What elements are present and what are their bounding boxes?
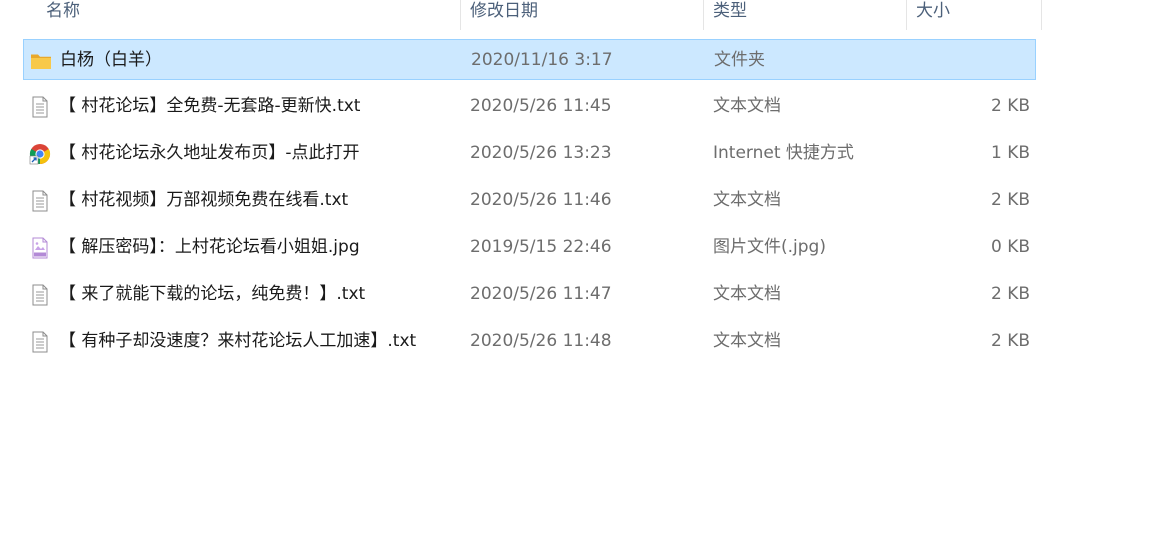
column-header: 名称 修改日期 类型 大小	[0, 0, 1042, 30]
file-type: 文本文档	[713, 331, 781, 351]
file-row[interactable]: 【 村花论坛永久地址发布页】-点此打开 2020/5/26 13:23 Intern…	[23, 133, 1036, 174]
text-file-icon	[29, 331, 51, 353]
column-divider[interactable]	[703, 0, 704, 30]
file-type: Internet 快捷方式	[713, 143, 854, 163]
file-type: 文本文档	[713, 96, 781, 116]
column-header-type[interactable]: 类型	[705, 0, 906, 30]
jpg-image-icon	[29, 237, 51, 259]
file-row[interactable]: 【 来了就能下载的论坛，纯免费！】.txt 2020/5/26 11:47 文本文档…	[23, 274, 1036, 315]
file-modified-date: 2020/5/26 11:46	[470, 190, 612, 210]
column-divider[interactable]	[460, 0, 461, 30]
file-name: 【 村花视频】万部视频免费在线看.txt	[59, 190, 349, 210]
file-row[interactable]: 【 解压密码】：上村花论坛看小姐姐.jpg 2019/5/15 22:46 图片文件…	[23, 227, 1036, 268]
column-header-size-label: 大小	[916, 1, 950, 21]
file-size: 1 KB	[990, 143, 1030, 163]
file-size: 0 KB	[990, 237, 1030, 257]
file-list: 白杨（白羊） 2020/11/16 3:17 文件夹【 村花论坛】全免费-无套路-更…	[23, 39, 1036, 368]
column-header-type-label: 类型	[713, 1, 747, 21]
text-file-icon	[29, 96, 51, 118]
file-size: 2 KB	[990, 284, 1030, 304]
file-size: 2 KB	[990, 190, 1030, 210]
folder-icon	[30, 50, 52, 72]
file-modified-date: 2020/5/26 11:45	[470, 96, 612, 116]
file-name: 【 来了就能下载的论坛，纯免费！】.txt	[59, 284, 366, 304]
file-size: 2 KB	[990, 96, 1030, 116]
file-modified-date: 2020/11/16 3:17	[471, 50, 613, 70]
column-header-name-label: 名称	[46, 1, 80, 21]
column-header-date[interactable]: 修改日期	[462, 0, 703, 30]
file-size: 2 KB	[990, 331, 1030, 351]
column-header-date-label: 修改日期	[470, 1, 538, 21]
file-modified-date: 2020/5/26 11:47	[470, 284, 612, 304]
chrome-shortcut-icon	[29, 143, 51, 165]
file-modified-date: 2019/5/15 22:46	[470, 237, 612, 257]
file-row[interactable]: 【 村花论坛】全免费-无套路-更新快.txt 2020/5/26 11:45 文本文…	[23, 86, 1036, 127]
file-modified-date: 2020/5/26 13:23	[470, 143, 612, 163]
file-row[interactable]: 【 村花视频】万部视频免费在线看.txt 2020/5/26 11:46 文本文档 2…	[23, 180, 1036, 221]
text-file-icon	[29, 190, 51, 212]
column-header-size[interactable]: 大小	[908, 0, 1041, 30]
file-type: 图片文件(.jpg)	[713, 237, 826, 257]
file-name: 【 解压密码】：上村花论坛看小姐姐.jpg	[59, 237, 360, 257]
file-row[interactable]: 【 有种子却没速度？来村花论坛人工加速】.txt 2020/5/26 11:48 文…	[23, 321, 1036, 362]
column-divider[interactable]	[906, 0, 907, 30]
text-file-icon	[29, 284, 51, 306]
file-modified-date: 2020/5/26 11:48	[470, 331, 612, 351]
column-divider[interactable]	[1041, 0, 1042, 30]
file-name: 白杨（白羊）	[60, 50, 162, 70]
file-name: 【 村花论坛】全免费-无套路-更新快.txt	[59, 96, 361, 116]
file-row[interactable]: 白杨（白羊） 2020/11/16 3:17 文件夹	[23, 39, 1036, 80]
file-name: 【 有种子却没速度？来村花论坛人工加速】.txt	[59, 331, 417, 351]
column-header-name[interactable]: 名称	[38, 0, 460, 30]
file-type: 文件夹	[714, 50, 765, 70]
file-type: 文本文档	[713, 284, 781, 304]
file-name: 【 村花论坛永久地址发布页】-点此打开	[59, 143, 360, 163]
file-type: 文本文档	[713, 190, 781, 210]
